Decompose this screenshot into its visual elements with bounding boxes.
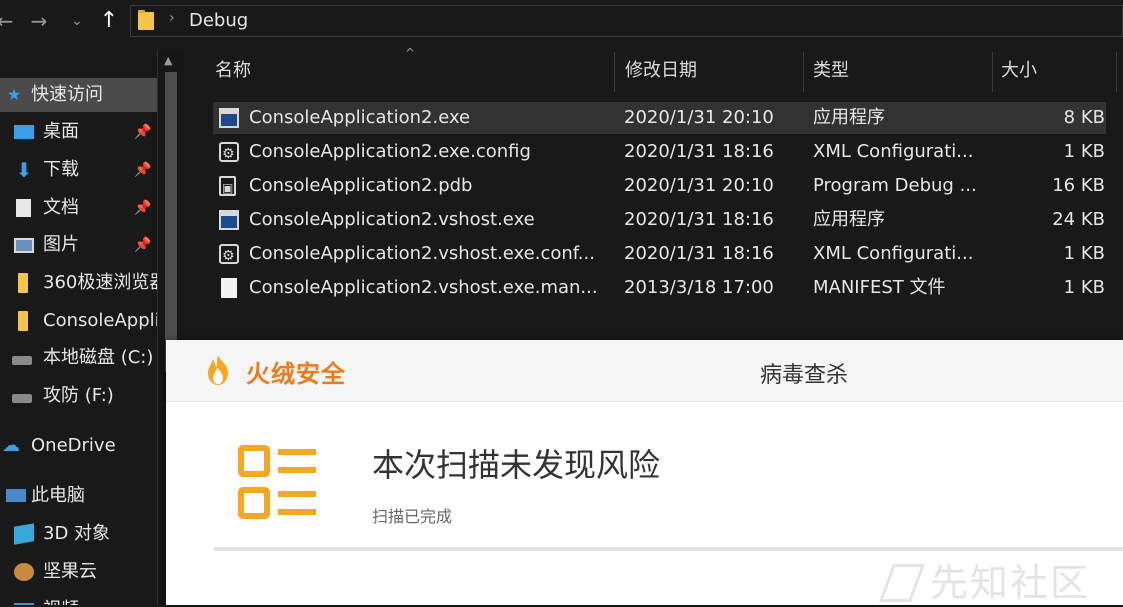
chevron-right-icon[interactable]: › bbox=[169, 10, 175, 26]
sidebar-item-desktop[interactable]: 桌面 📌 bbox=[0, 115, 160, 149]
drive-icon bbox=[12, 394, 32, 403]
star-icon: ★ bbox=[6, 85, 22, 104]
sidebar-item-onedrive[interactable]: ☁ OneDrive bbox=[0, 429, 160, 463]
sidebar-item-drive-f[interactable]: 攻防 (F:) bbox=[0, 379, 160, 413]
sidebar-item-3d-objects[interactable]: 3D 对象 bbox=[0, 517, 160, 551]
dialog-title: 病毒查杀 bbox=[760, 363, 849, 388]
column-divider[interactable] bbox=[614, 52, 615, 92]
computer-icon bbox=[6, 489, 26, 502]
pictures-icon bbox=[14, 238, 34, 253]
column-divider[interactable] bbox=[803, 52, 804, 92]
sidebar-item-pictures[interactable]: 图片 📌 bbox=[0, 228, 160, 262]
file-row[interactable]: ConsoleApplication2.pdb 2020/1/31 20:10 … bbox=[213, 170, 1106, 204]
scrollbar-thumb[interactable] bbox=[165, 72, 177, 372]
pdb-file-icon bbox=[219, 172, 236, 204]
file-row[interactable]: ConsoleApplication2.vshost.exe.conf... 2… bbox=[213, 238, 1106, 272]
pin-icon[interactable]: 📌 bbox=[134, 115, 151, 149]
file-row[interactable]: ConsoleApplication2.exe 2020/1/31 20:10 … bbox=[213, 102, 1106, 134]
explorer-navbar: ← → ⌄ ↑ › Debug bbox=[0, 0, 1123, 44]
column-divider[interactable] bbox=[992, 52, 993, 92]
download-icon: ⬇ bbox=[15, 158, 33, 182]
scroll-up-arrow-icon[interactable]: ▲ bbox=[164, 54, 172, 67]
address-bar[interactable]: › Debug bbox=[130, 5, 1123, 37]
huorong-scan-dialog: 火绒安全 病毒查杀 本次扫描未发现风险 扫描已完成 先知社区 bbox=[166, 340, 1123, 605]
sidebar-item-jianguoyun[interactable]: 坚果云 bbox=[0, 555, 160, 589]
exe-icon bbox=[219, 210, 239, 230]
sidebar-item-quick-access[interactable]: ★ 快速访问 bbox=[0, 78, 160, 112]
column-header-date[interactable]: 修改日期 bbox=[625, 52, 697, 90]
scan-result-title: 本次扫描未发现风险 bbox=[372, 446, 661, 484]
arrow-right-icon[interactable]: → bbox=[28, 8, 50, 34]
cloud-icon: ☁ bbox=[2, 435, 20, 456]
scan-report-list-icon bbox=[238, 445, 316, 519]
sidebar-item-consoleapplication2[interactable]: ConsoleApplication2 bbox=[0, 304, 160, 338]
watermark-text: 先知社区 bbox=[930, 561, 1091, 605]
blank-file-icon bbox=[221, 278, 237, 298]
config-file-icon bbox=[219, 138, 239, 170]
file-row[interactable]: ConsoleApplication2.vshost.exe 2020/1/31… bbox=[213, 204, 1106, 236]
scan-progress-bar bbox=[214, 547, 1123, 551]
brand-name: 火绒安全 bbox=[246, 360, 346, 388]
sidebar-item-videos[interactable]: 视频 bbox=[0, 593, 160, 605]
exe-icon bbox=[219, 108, 239, 128]
sidebar-item-downloads[interactable]: ⬇ 下载 📌 bbox=[0, 153, 160, 187]
pin-icon[interactable]: 📌 bbox=[134, 191, 151, 225]
document-icon bbox=[16, 199, 31, 217]
pin-icon[interactable]: 📌 bbox=[134, 153, 151, 187]
watermark-logo-icon bbox=[879, 564, 925, 602]
cube-icon bbox=[14, 523, 34, 545]
column-divider[interactable] bbox=[1116, 52, 1117, 92]
navigation-pane: ★ 快速访问 桌面 📌 ⬇ 下载 📌 文档 📌 图片 📌 360极速浏览器 Co… bbox=[0, 50, 160, 605]
folder-icon bbox=[138, 10, 154, 30]
sidebar-item-360-browser[interactable]: 360极速浏览器 bbox=[0, 266, 160, 300]
sort-ascending-icon: ^ bbox=[405, 46, 416, 60]
scan-status-text: 扫描已完成 bbox=[372, 507, 453, 526]
dialog-header: 火绒安全 病毒查杀 bbox=[166, 340, 1123, 402]
address-path[interactable]: Debug bbox=[189, 10, 248, 31]
huorong-flame-logo-icon bbox=[208, 355, 228, 385]
arrow-up-icon[interactable]: ↑ bbox=[98, 8, 120, 34]
arrow-left-icon[interactable]: ← bbox=[0, 8, 16, 34]
pin-icon[interactable]: 📌 bbox=[134, 228, 151, 262]
scan-progress-fill bbox=[214, 547, 1123, 551]
column-header-type[interactable]: 类型 bbox=[813, 52, 849, 90]
nut-icon bbox=[14, 563, 34, 581]
file-list: ^ 名称 修改日期 类型 大小 ConsoleApplication2.exe … bbox=[183, 44, 1123, 340]
desktop-icon bbox=[14, 125, 34, 139]
sidebar-item-documents[interactable]: 文档 📌 bbox=[0, 191, 160, 225]
drive-icon bbox=[12, 356, 32, 365]
file-row[interactable]: ConsoleApplication2.vshost.exe.man... 20… bbox=[213, 272, 1106, 304]
config-file-icon bbox=[219, 240, 239, 272]
sidebar-item-drive-c[interactable]: 本地磁盘 (C:) bbox=[0, 341, 160, 375]
chevron-down-icon[interactable]: ⌄ bbox=[66, 8, 88, 34]
folder-icon bbox=[18, 273, 28, 293]
folder-icon bbox=[18, 311, 28, 331]
file-row[interactable]: ConsoleApplication2.exe.config 2020/1/31… bbox=[213, 136, 1106, 170]
sidebar-item-this-pc[interactable]: 此电脑 bbox=[0, 479, 160, 513]
watermark: 先知社区 bbox=[879, 552, 1091, 607]
column-header-size[interactable]: 大小 bbox=[1001, 52, 1037, 90]
column-header-name[interactable]: 名称 bbox=[215, 52, 251, 90]
